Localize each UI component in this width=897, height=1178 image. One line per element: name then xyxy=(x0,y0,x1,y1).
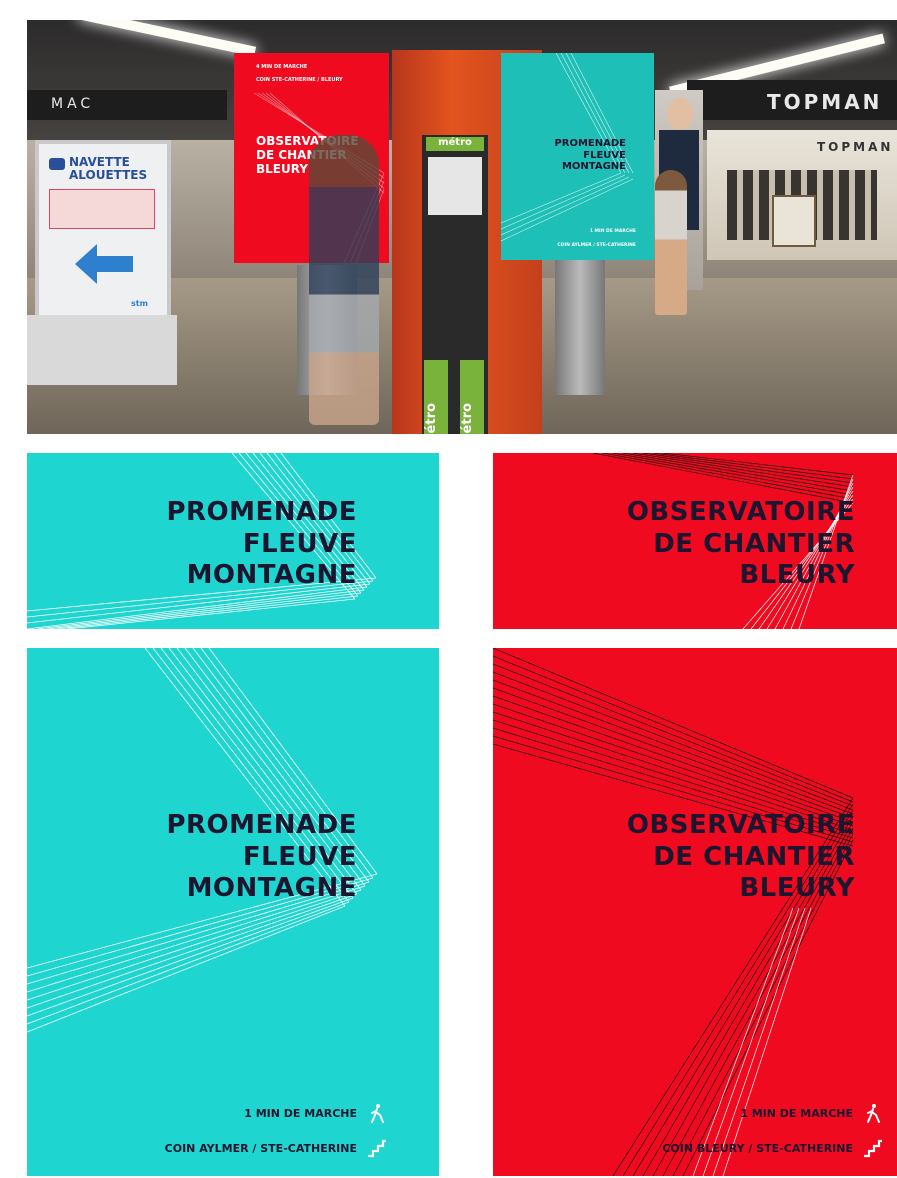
teal-wayfinding-screen: PROMENADE FLEUVE MONTAGNE 1 MIN DE MARCH… xyxy=(501,53,654,260)
poster-title-line: FLEUVE xyxy=(242,841,357,872)
poster-red-small: OBSERVATOIRE DE CHANTIER BLEURY xyxy=(493,453,897,629)
poster-title: PROMENADE FLEUVE MONTAGNE xyxy=(166,810,357,905)
navette-sign-base xyxy=(27,315,177,385)
poster-title-line: MONTAGNE xyxy=(186,873,357,904)
metro-corridor-photo: MAC TOPMAN TOPMAN NAVETTE ALOUETTES stm … xyxy=(27,20,897,434)
location-row: COIN AYLMER / STE-CATHERINE xyxy=(165,1138,387,1158)
teal-screen-title-line: FLEUVE xyxy=(583,149,626,161)
poster-title-line: FLEUVE xyxy=(242,528,357,559)
poster-title-line: DE CHANTIER xyxy=(653,528,855,559)
poster-teal-small: PROMENADE FLEUVE MONTAGNE xyxy=(27,453,439,629)
bus-icon xyxy=(49,158,65,170)
line-pattern xyxy=(493,648,854,1176)
location-label: COIN AYLMER / STE-CATHERINE xyxy=(164,1141,357,1155)
poster-title-line: BLEURY xyxy=(739,873,855,904)
metro-newspaper-box: métro métro métro xyxy=(422,135,488,434)
location-label: COIN BLEURY / STE-CATHERINE xyxy=(662,1141,853,1155)
teal-screen-title: PROMENADE FLEUVE MONTAGNE xyxy=(554,138,626,173)
metro-box-side-label: métro xyxy=(424,360,448,434)
poster-title-line: PROMENADE xyxy=(166,810,357,840)
poster-title-line: PROMENADE xyxy=(166,497,357,527)
mac-store-fascia: MAC xyxy=(27,90,227,120)
navette-sign: NAVETTE ALOUETTES stm xyxy=(35,140,171,323)
navette-subtitle: ALOUETTES xyxy=(69,167,148,182)
metro-box-side-label: métro xyxy=(460,360,484,434)
teal-screen-title-line: MONTAGNE xyxy=(561,161,626,172)
poster-title: OBSERVATOIRE DE CHANTIER BLEURY xyxy=(627,497,855,592)
newspaper-window xyxy=(428,157,482,215)
pedestrian-icon xyxy=(371,1104,384,1123)
poster-title: OBSERVATOIRE DE CHANTIER BLEURY xyxy=(627,810,855,905)
teal-screen-title-line: PROMENADE xyxy=(554,138,626,149)
walk-time-label: 1 MIN DE MARCHE xyxy=(740,1106,853,1120)
route-map xyxy=(49,189,155,229)
shop-display-board xyxy=(772,195,816,247)
stairs-icon xyxy=(368,1139,386,1158)
poster-title: PROMENADE FLEUVE MONTAGNE xyxy=(166,497,357,592)
red-screen-location-line: COIN STE-CATHERINE / BLEURY xyxy=(256,77,343,83)
location-row: COIN BLEURY / STE-CATHERINE xyxy=(662,1138,883,1158)
poster-title-line: OBSERVATOIRE xyxy=(626,810,855,840)
model-head xyxy=(667,98,693,130)
poster-title-line: OBSERVATOIRE xyxy=(626,497,855,527)
pedestrian-icon xyxy=(867,1104,880,1123)
stairs-icon xyxy=(864,1139,882,1158)
topman-store-fascia: TOPMAN xyxy=(687,80,897,120)
store-sign-mac: MAC xyxy=(51,96,95,112)
stm-logo: stm xyxy=(131,299,148,308)
store-sign-topman-inner: TOPMAN xyxy=(817,140,894,154)
walk-time-row: 1 MIN DE MARCHE xyxy=(244,1103,387,1123)
poster-title-line: BLEURY xyxy=(739,560,855,591)
poster-red-large: OBSERVATOIRE DE CHANTIER BLEURY 1 MIN DE… xyxy=(493,648,897,1176)
poster-title-line: MONTAGNE xyxy=(186,560,357,591)
sign-stand-right xyxy=(555,260,605,395)
teal-screen-walk-line: 1 MIN DE MARCHE xyxy=(589,229,636,234)
metro-box-label: métro xyxy=(426,137,484,151)
navette-title: NAVETTE xyxy=(69,155,130,169)
teal-screen-location-line: COIN AYLMER / STE-CATHERINE xyxy=(557,243,636,248)
poster-teal-large: PROMENADE FLEUVE MONTAGNE 1 MIN DE MARCH… xyxy=(27,648,439,1176)
walk-time-row: 1 MIN DE MARCHE xyxy=(740,1103,883,1123)
walk-time-label: 1 MIN DE MARCHE xyxy=(244,1106,357,1120)
store-sign-topman: TOPMAN xyxy=(767,90,883,114)
arrow-left-icon xyxy=(75,244,133,284)
red-screen-walk-line: 4 MIN DE MARCHE xyxy=(256,64,308,70)
walking-person xyxy=(655,170,687,315)
walking-person-blurred xyxy=(309,135,379,425)
poster-title-line: DE CHANTIER xyxy=(653,841,855,872)
line-pattern xyxy=(27,648,378,1033)
